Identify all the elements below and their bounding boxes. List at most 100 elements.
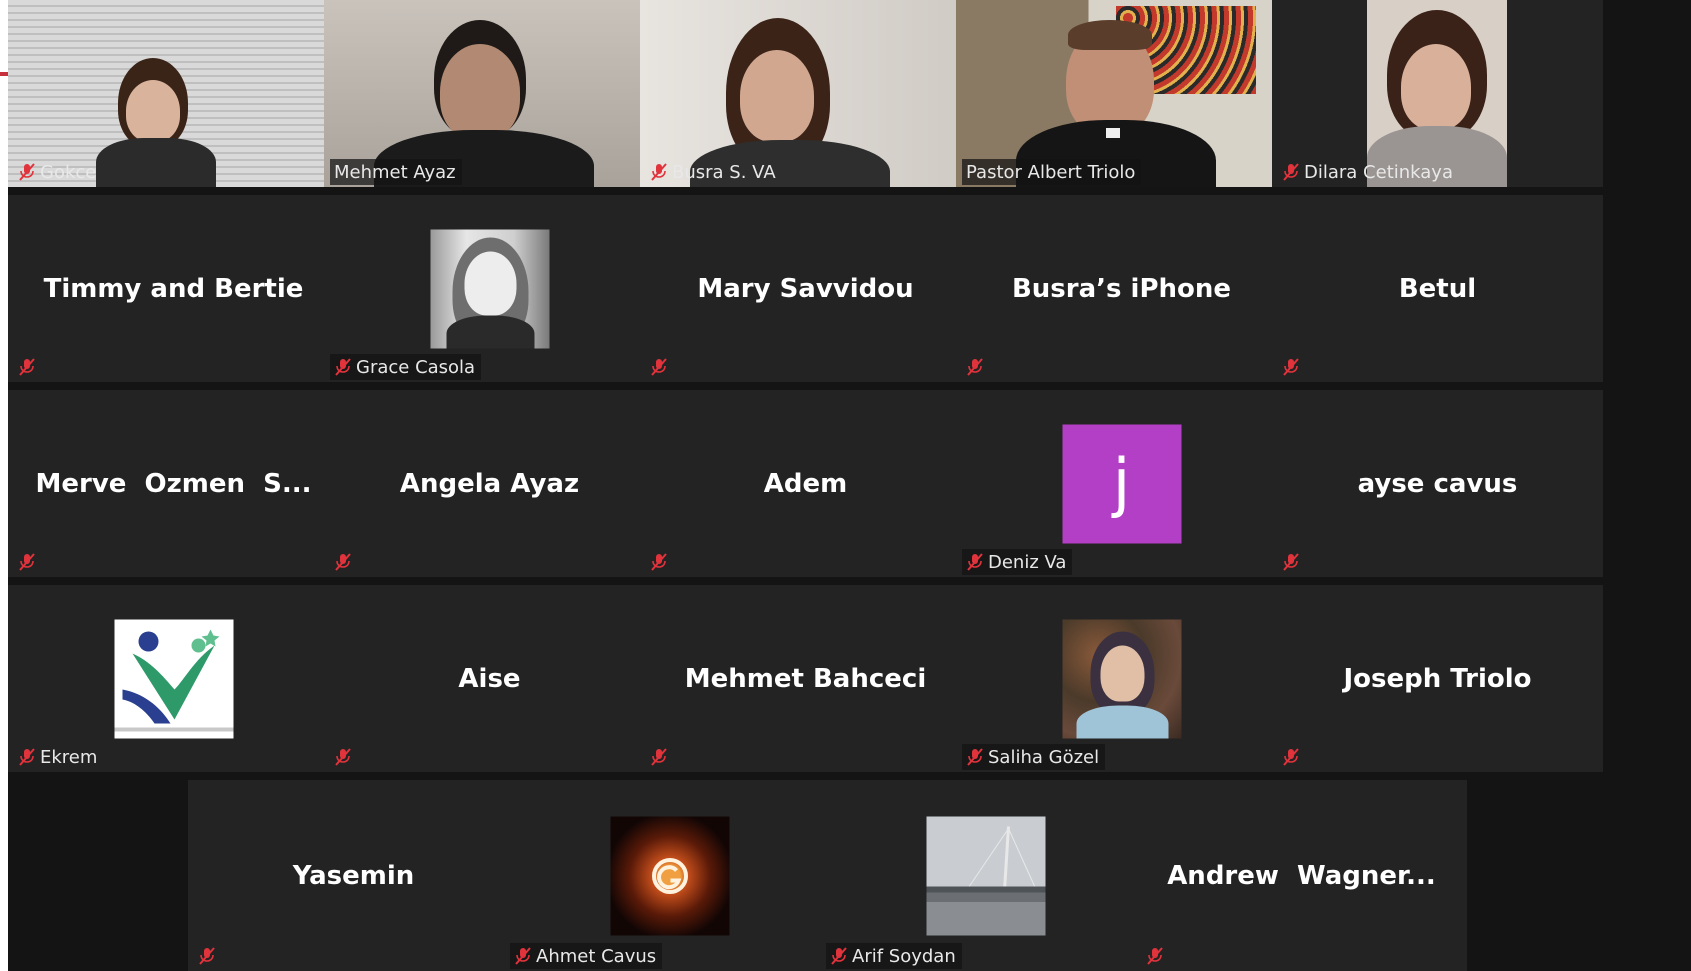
microphone-muted-icon	[650, 552, 668, 572]
microphone-muted-icon	[1146, 946, 1164, 966]
participant-name-label: Dilara Cetinkaya	[1278, 159, 1459, 185]
participant-tile-pastor-albert-triolo[interactable]: Pastor Albert Triolo	[956, 0, 1287, 187]
participant-name-label	[14, 549, 42, 575]
participant-name-label: Ekrem	[14, 744, 103, 770]
participant-tile-yasemin[interactable]: Yasemin	[188, 780, 519, 971]
participant-tile-mary-savvidou[interactable]: Mary Savvidou	[640, 195, 971, 382]
participant-tile-betul[interactable]: Betul	[1272, 195, 1603, 382]
microphone-muted-icon	[966, 552, 984, 572]
participant-tile-arif-soydan[interactable]: Arif Soydan	[820, 780, 1151, 971]
participant-name: Grace Casola	[356, 356, 476, 378]
participant-name: Gokce	[40, 161, 97, 183]
participant-tile-busra-s-va[interactable]: Busra S. VA	[640, 0, 971, 187]
participant-tile-joseph-triolo[interactable]: Joseph Triolo	[1272, 585, 1603, 772]
participant-tile-gokce[interactable]: Gokce	[8, 0, 339, 187]
participant-name: Arif Soydan	[852, 945, 956, 967]
participant-display-name: Adem	[763, 468, 848, 499]
participant-tile-timmy-and-bertie[interactable]: Timmy and Bertie	[8, 195, 339, 382]
microphone-muted-icon	[18, 747, 36, 767]
participant-name: Mehmet Ayaz	[334, 161, 456, 183]
participant-name: Deniz Va	[988, 551, 1067, 573]
participant-name-label	[1278, 744, 1306, 770]
microphone-muted-icon	[334, 747, 352, 767]
participant-name-label	[646, 744, 674, 770]
participant-name: Ahmet Cavus	[536, 945, 657, 967]
participant-name-label	[330, 549, 358, 575]
participant-name: Ekrem	[40, 746, 98, 768]
gallery-view: Gokce Mehmet Ayaz Busra S. VA Pastor Alb…	[8, 0, 1691, 971]
participant-name-label	[646, 354, 674, 380]
participant-display-name: Mehmet Bahceci	[684, 663, 927, 694]
edge-marker	[0, 72, 8, 76]
microphone-muted-icon	[650, 357, 668, 377]
participant-tile-ekrem[interactable]: Ekrem	[8, 585, 339, 772]
participant-name-label	[194, 943, 222, 969]
participant-display-name: Aise	[458, 663, 521, 694]
participant-tile-ayse-cavus[interactable]: ayse cavus	[1272, 390, 1603, 577]
participant-name: Dilara Cetinkaya	[1304, 161, 1453, 183]
participant-name-label: Ahmet Cavus	[510, 943, 663, 969]
microphone-muted-icon	[18, 552, 36, 572]
participant-tile-aise[interactable]: Aise	[324, 585, 655, 772]
participant-display-name: ayse cavus	[1357, 468, 1518, 499]
participant-display-name: Mary Savvidou	[697, 273, 914, 304]
participant-name: Pastor Albert Triolo	[966, 161, 1136, 183]
profile-photo	[1062, 619, 1181, 738]
participant-tile-adem[interactable]: Adem	[640, 390, 971, 577]
microphone-muted-icon	[966, 357, 984, 377]
microphone-muted-icon	[18, 162, 36, 182]
participant-name-label: Grace Casola	[330, 354, 482, 380]
participant-tile-andrew-wagner[interactable]: Andrew Wagner...	[1136, 780, 1467, 971]
participant-name-label	[1278, 354, 1306, 380]
participant-display-name: Yasemin	[292, 860, 415, 891]
participant-tile-angela-ayaz[interactable]: Angela Ayaz	[324, 390, 655, 577]
participant-display-name: Angela Ayaz	[399, 468, 580, 499]
participant-tile-ahmet-cavus[interactable]: Ahmet Cavus	[504, 780, 835, 971]
participant-display-name: Busra’s iPhone	[1011, 273, 1232, 304]
microphone-muted-icon	[830, 946, 848, 966]
logo-image	[114, 619, 233, 738]
participant-tile-deniz-va[interactable]: j Deniz Va	[956, 390, 1287, 577]
participant-name-label: Deniz Va	[962, 549, 1073, 575]
participant-name: Busra S. VA	[672, 161, 776, 183]
microphone-muted-icon	[198, 946, 216, 966]
microphone-muted-icon	[1282, 552, 1300, 572]
avatar-letter: j	[1062, 424, 1181, 543]
participant-name-label: Mehmet Ayaz	[330, 159, 462, 185]
profile-landscape-image	[926, 816, 1045, 935]
participant-display-name: Joseph Triolo	[1343, 663, 1532, 694]
microphone-muted-icon	[1282, 162, 1300, 182]
participant-tile-mehmet-ayaz[interactable]: Mehmet Ayaz	[324, 0, 655, 187]
participant-name-label: Pastor Albert Triolo	[962, 159, 1142, 185]
participant-display-name: Andrew Wagner...	[1167, 860, 1436, 891]
microphone-muted-icon	[650, 747, 668, 767]
microphone-muted-icon	[1282, 747, 1300, 767]
participant-name-label	[962, 354, 990, 380]
participant-name-label	[330, 744, 358, 770]
participant-display-name: Timmy and Bertie	[43, 273, 304, 304]
participant-tile-saliha-gozel[interactable]: Saliha Gözel	[956, 585, 1287, 772]
participant-tile-grace-casola[interactable]: Grace Casola	[324, 195, 655, 382]
participant-tile-dilara-cetinkaya[interactable]: Dilara Cetinkaya	[1272, 0, 1603, 187]
participant-tile-mehmet-bahceci[interactable]: Mehmet Bahceci	[640, 585, 971, 772]
participant-tile-busras-iphone[interactable]: Busra’s iPhone	[956, 195, 1287, 382]
participant-name-label: Arif Soydan	[826, 943, 962, 969]
microphone-muted-icon	[514, 946, 532, 966]
microphone-muted-icon	[1282, 357, 1300, 377]
participant-name-label: Gokce	[14, 159, 102, 185]
participant-name-label	[1278, 549, 1306, 575]
participant-name-label	[1142, 943, 1170, 969]
participant-name: Saliha Gözel	[988, 746, 1100, 768]
profile-emblem-image	[610, 816, 729, 935]
participant-name-label: Saliha Gözel	[962, 744, 1106, 770]
participant-name-label: Busra S. VA	[646, 159, 782, 185]
microphone-muted-icon	[650, 162, 668, 182]
profile-photo	[430, 229, 549, 348]
participant-tile-merve-ozmen[interactable]: Merve Ozmen S...	[8, 390, 339, 577]
microphone-muted-icon	[334, 357, 352, 377]
participant-display-name: Merve Ozmen S...	[35, 468, 312, 499]
microphone-muted-icon	[966, 747, 984, 767]
left-edge	[0, 0, 8, 971]
participant-name-label	[14, 354, 42, 380]
participant-display-name: Betul	[1398, 273, 1477, 304]
